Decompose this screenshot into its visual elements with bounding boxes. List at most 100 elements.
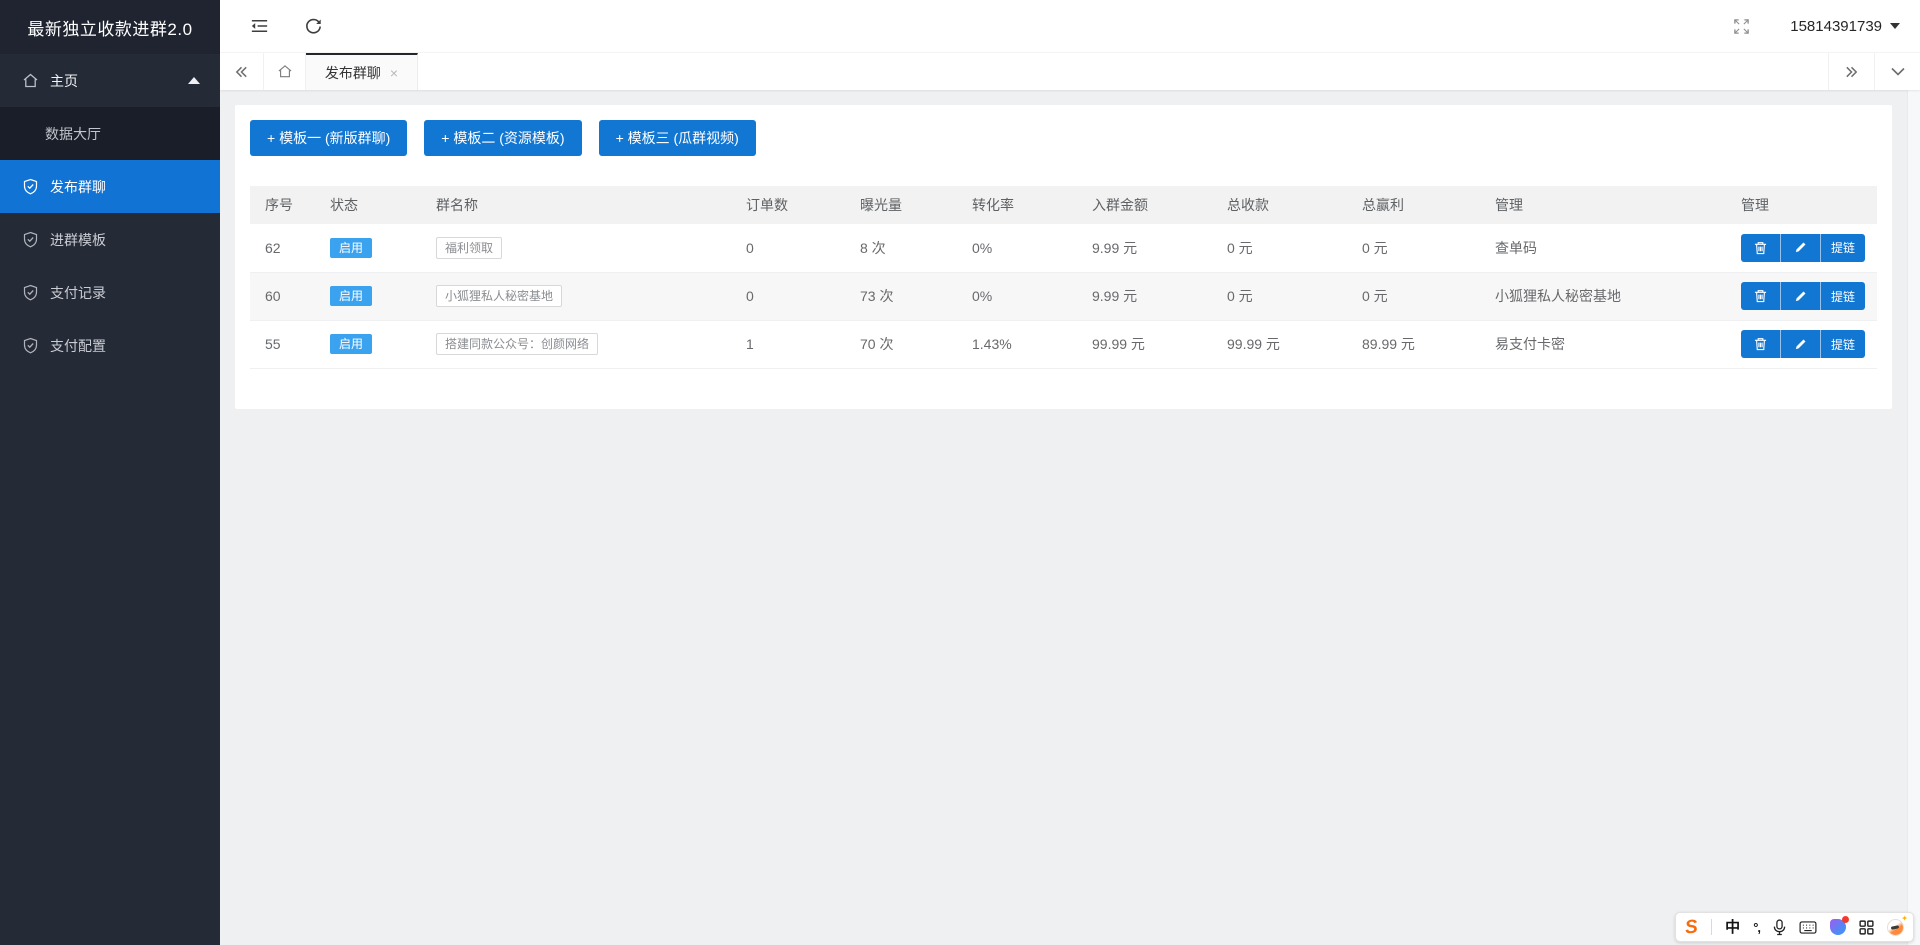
chevron-up-icon (188, 77, 200, 84)
user-menu[interactable]: 15814391739 (1790, 18, 1900, 35)
extract-link-button[interactable]: 提链 (1821, 234, 1865, 262)
cell-exposure: 73 次 (845, 272, 957, 320)
shield-check-icon (22, 337, 39, 354)
group-list-card: + 模板一 (新版群聊) + 模板二 (资源模板) + 模板三 (瓜群视频) 序… (235, 105, 1892, 409)
cell-total-income: 0 元 (1212, 272, 1347, 320)
table-row: 62 启用 福利领取 0 8 次 0% 9.99 元 0 元 0 元 查单码 (250, 224, 1877, 272)
cell-manage: 查单码 (1480, 224, 1726, 272)
status-badge: 启用 (330, 286, 372, 306)
col-conversion: 转化率 (957, 186, 1077, 224)
col-manage: 管理 (1480, 186, 1726, 224)
emoji-face-icon[interactable] (1887, 919, 1904, 936)
ime-language-toggle[interactable]: 中 (1725, 920, 1740, 935)
group-name-tag: 搭建同款公众号：创颜网络 (436, 333, 598, 355)
group-table: 序号 状态 群名称 订单数 曝光量 转化率 入群金额 总收款 总赢利 管理 管理 (250, 186, 1877, 369)
sidebar-item-label: 进群模板 (50, 230, 106, 250)
tab-close-icon[interactable]: × (390, 66, 398, 80)
col-group-name: 群名称 (421, 186, 731, 224)
col-join-fee: 入群金额 (1077, 186, 1212, 224)
cell-conversion: 1.43% (957, 320, 1077, 368)
cell-orders: 1 (731, 320, 845, 368)
edit-button[interactable] (1781, 234, 1821, 262)
keyboard-icon[interactable] (1799, 921, 1817, 934)
add-template-2-button[interactable]: + 模板二 (资源模板) (424, 120, 581, 156)
group-name-tag: 小狐狸私人秘密基地 (436, 285, 562, 307)
tab-home[interactable] (264, 53, 306, 90)
tabs-menu-icon[interactable] (1874, 53, 1920, 90)
row-actions: 提链 (1741, 330, 1865, 358)
cell-total-profit: 89.99 元 (1347, 320, 1480, 368)
cell-total-profit: 0 元 (1347, 224, 1480, 272)
home-icon (22, 72, 39, 89)
group-name-tag: 福利领取 (436, 237, 502, 259)
sidebar-item-label: 数据大厅 (45, 124, 101, 144)
cell-total-income: 0 元 (1212, 224, 1347, 272)
col-exposure: 曝光量 (845, 186, 957, 224)
toolbox-grid-icon[interactable] (1859, 920, 1874, 935)
add-template-3-button[interactable]: + 模板三 (瓜群视频) (599, 120, 756, 156)
cell-manage: 小狐狸私人秘密基地 (1480, 272, 1726, 320)
sidebar-item-group-template[interactable]: 进群模板 (0, 213, 220, 266)
cell-join-fee: 9.99 元 (1077, 272, 1212, 320)
sidebar-item-home[interactable]: 主页 (0, 54, 220, 107)
sidebar-item-data-hall[interactable]: 数据大厅 (0, 107, 220, 160)
sidebar-item-publish-group[interactable]: 发布群聊 (0, 160, 220, 213)
tabbar-spacer (418, 53, 1828, 90)
divider (1711, 919, 1712, 935)
col-total-income: 总收款 (1212, 186, 1347, 224)
main-area: 15814391739 发布群聊 × + 模板一 (新版群聊) (220, 0, 1920, 945)
delete-button[interactable] (1741, 234, 1781, 262)
cell-conversion: 0% (957, 224, 1077, 272)
col-status: 状态 (315, 186, 421, 224)
tab-publish-group[interactable]: 发布群聊 × (306, 53, 418, 90)
extract-link-button[interactable]: 提链 (1821, 282, 1865, 310)
sidebar-item-payment-config[interactable]: 支付配置 (0, 319, 220, 372)
cell-seq: 62 (250, 224, 315, 272)
cell-total-profit: 0 元 (1347, 272, 1480, 320)
sidebar-item-payment-records[interactable]: 支付记录 (0, 266, 220, 319)
topbar: 15814391739 (220, 0, 1920, 52)
delete-button[interactable] (1741, 282, 1781, 310)
cell-total-income: 99.99 元 (1212, 320, 1347, 368)
fullscreen-icon[interactable] (1730, 15, 1752, 37)
chevron-down-icon (1890, 23, 1900, 29)
sogou-logo-icon[interactable]: S (1685, 917, 1700, 937)
cell-orders: 0 (731, 272, 845, 320)
sidebar-item-label: 支付记录 (50, 283, 106, 303)
status-badge: 启用 (330, 238, 372, 258)
refresh-icon[interactable] (302, 15, 324, 37)
tab-label: 发布群聊 (325, 63, 381, 83)
tab-bar: 发布群聊 × (220, 52, 1920, 90)
edit-button[interactable] (1781, 330, 1821, 358)
status-badge: 启用 (330, 334, 372, 354)
cell-conversion: 0% (957, 272, 1077, 320)
delete-button[interactable] (1741, 330, 1781, 358)
table-row: 60 启用 小狐狸私人秘密基地 0 73 次 0% 9.99 元 0 元 0 元… (250, 272, 1877, 320)
cell-seq: 55 (250, 320, 315, 368)
col-orders: 订单数 (731, 186, 845, 224)
cell-exposure: 8 次 (845, 224, 957, 272)
ai-assistant-icon[interactable] (1830, 919, 1846, 935)
cell-exposure: 70 次 (845, 320, 957, 368)
ime-toolbar: S 中 °, (1675, 912, 1914, 942)
sidebar-item-label: 主页 (50, 71, 78, 91)
tabs-scroll-left-icon[interactable] (220, 53, 264, 90)
sidebar: 最新独立收款进群2.0 主页 数据大厅 发布群聊 进群模板 支付记录 支付配置 (0, 0, 220, 945)
table-header-row: 序号 状态 群名称 订单数 曝光量 转化率 入群金额 总收款 总赢利 管理 管理 (250, 186, 1877, 224)
extract-link-button[interactable]: 提链 (1821, 330, 1865, 358)
col-seq: 序号 (250, 186, 315, 224)
add-template-1-button[interactable]: + 模板一 (新版群聊) (250, 120, 407, 156)
scrollbar-track[interactable] (1907, 90, 1920, 945)
ime-punctuation-toggle[interactable]: °, (1753, 921, 1760, 934)
tabs-scroll-right-icon[interactable] (1828, 53, 1874, 90)
username: 15814391739 (1790, 18, 1882, 35)
row-actions: 提链 (1741, 282, 1865, 310)
edit-button[interactable] (1781, 282, 1821, 310)
cell-manage: 易支付卡密 (1480, 320, 1726, 368)
col-actions: 管理 (1726, 186, 1877, 224)
template-button-row: + 模板一 (新版群聊) + 模板二 (资源模板) + 模板三 (瓜群视频) (250, 120, 1877, 156)
collapse-menu-icon[interactable] (248, 15, 270, 37)
cell-join-fee: 9.99 元 (1077, 224, 1212, 272)
microphone-icon[interactable] (1773, 919, 1786, 936)
app-title: 最新独立收款进群2.0 (0, 0, 220, 54)
